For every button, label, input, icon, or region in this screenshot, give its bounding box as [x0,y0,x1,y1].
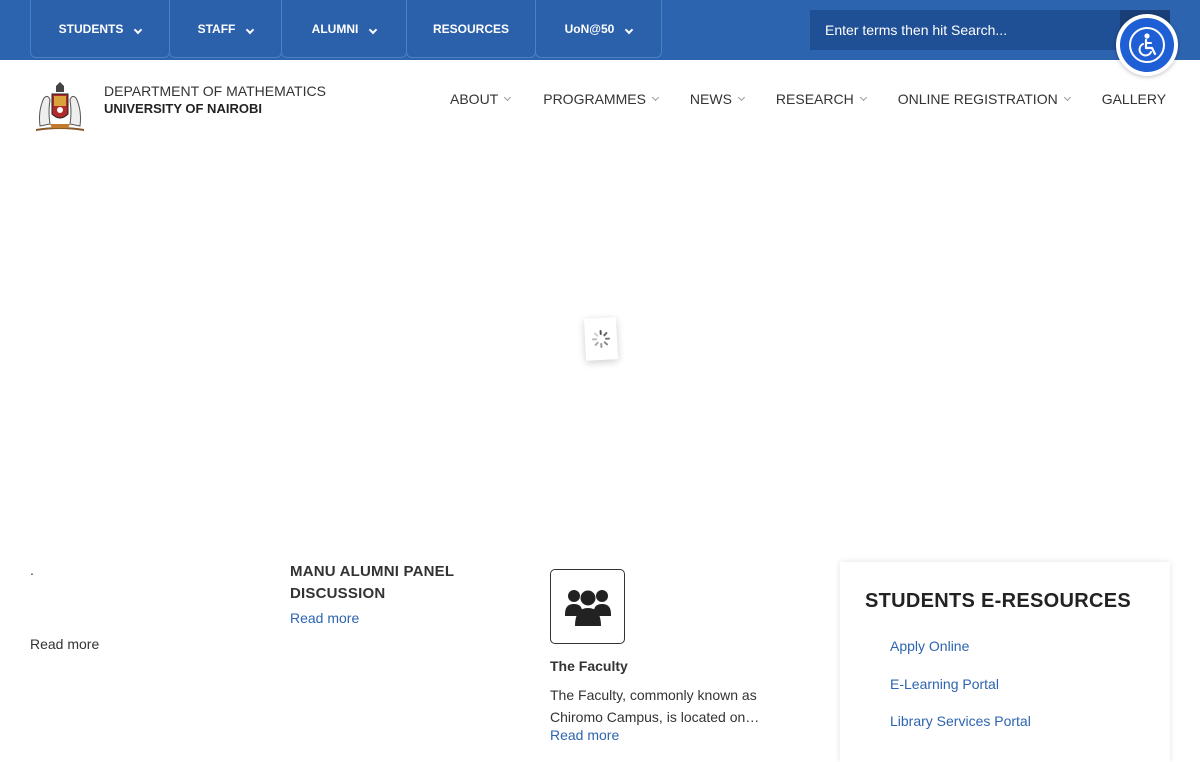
dept-title: DEPARTMENT OF MATHEMATICS [104,83,326,99]
chevron-down-icon [652,94,659,101]
read-more-link[interactable]: Read more [290,610,359,626]
nav-label: NEWS [690,91,732,107]
accessibility-icon [1120,18,1174,72]
nav-online-registration[interactable]: ONLINE REGISTRATION [898,91,1070,107]
nav-label: RESEARCH [776,91,854,107]
topnav-students[interactable]: STUDENTS [30,0,170,58]
topnav-label: STUDENTS [59,22,124,36]
topnav-label: STAFF [198,22,236,36]
read-more-link[interactable]: Read more [550,727,619,743]
topnav-label: UoN@50 [565,22,615,36]
apply-online-link[interactable]: Apply Online [890,638,969,654]
news-item-title: . [30,562,34,578]
nav-label: GALLERY [1102,91,1166,107]
chevron-down-icon [134,25,142,33]
university-name: UNIVERSITY OF NAIROBI [104,101,326,116]
main-nav: ABOUT PROGRAMMES NEWS RESEARCH ONLINE RE… [450,91,1166,107]
department-name: DEPARTMENT OF MATHEMATICS UNIVERSITY OF … [104,83,326,116]
nav-programmes[interactable]: PROGRAMMES [543,91,658,107]
read-more-link[interactable]: Read more [30,636,99,652]
chevron-down-icon [504,94,511,101]
university-crest-logo[interactable] [30,80,90,134]
chevron-down-icon [860,94,867,101]
top-nav: STUDENTS STAFF ALUMNI RESOURCES UoN@50 [30,0,661,60]
panel-title: STUDENTS E-RESOURCES [865,590,1131,613]
group-icon [550,569,625,644]
chevron-down-icon [738,94,745,101]
chevron-down-icon [369,25,377,33]
topnav-staff[interactable]: STAFF [169,0,282,58]
loading-spinner [584,317,618,361]
accessibility-button[interactable] [1116,14,1178,76]
nav-gallery[interactable]: GALLERY [1102,91,1166,107]
nav-about[interactable]: ABOUT [450,91,510,107]
topnav-resources[interactable]: RESOURCES [406,0,536,58]
nav-label: ABOUT [450,91,498,107]
nav-label: PROGRAMMES [543,91,646,107]
nav-news[interactable]: NEWS [690,91,744,107]
faculty-description: The Faculty, commonly known as Chiromo C… [550,684,780,728]
spinner-icon [590,328,611,349]
chevron-down-icon [625,25,633,33]
topnav-uon50[interactable]: UoN@50 [535,0,662,58]
chevron-down-icon [1064,94,1071,101]
nav-research[interactable]: RESEARCH [776,91,866,107]
faculty-title[interactable]: The Faculty [550,658,628,674]
nav-label: ONLINE REGISTRATION [898,91,1058,107]
chevron-down-icon [246,25,254,33]
news-item-title[interactable]: MANU ALUMNI PANEL DISCUSSION [290,561,500,605]
topnav-label: ALUMNI [312,22,359,36]
library-services-link[interactable]: Library Services Portal [890,713,1031,729]
topnav-alumni[interactable]: ALUMNI [281,0,407,58]
elearning-portal-link[interactable]: E-Learning Portal [890,676,999,692]
search-input[interactable] [810,10,1120,50]
top-bar: STUDENTS STAFF ALUMNI RESOURCES UoN@50 [0,0,1200,60]
topnav-label: RESOURCES [433,22,509,36]
students-eresources-panel: STUDENTS E-RESOURCES Apply Online E-Lear… [840,562,1170,762]
